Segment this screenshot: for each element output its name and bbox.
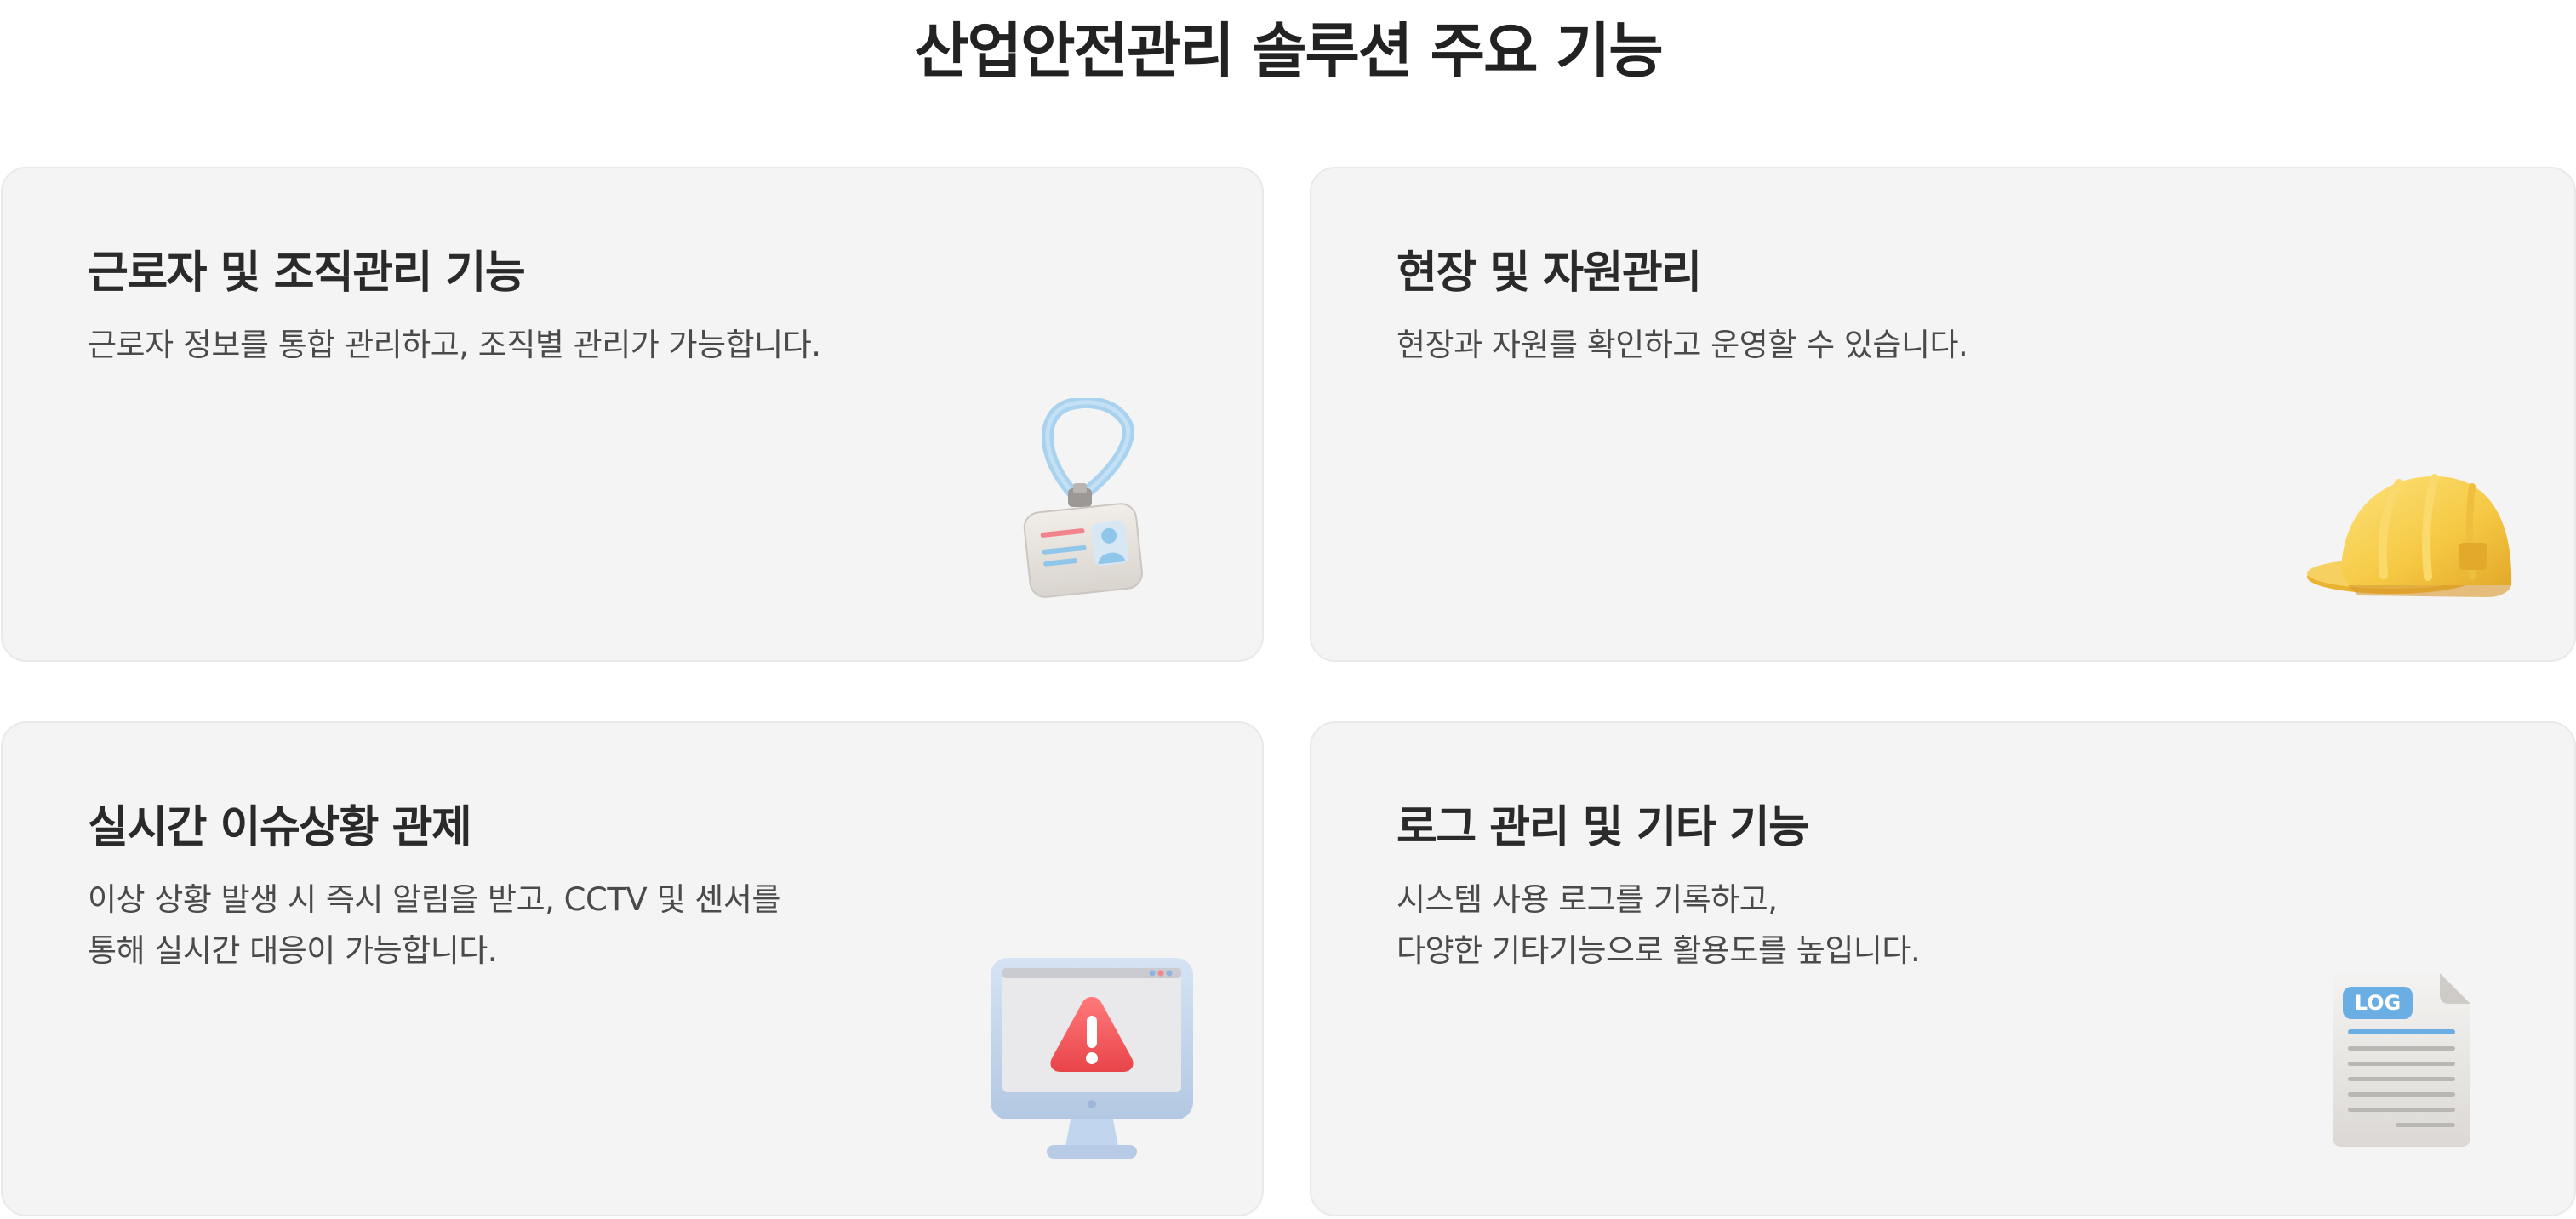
feature-card-description-line: 통해 실시간 대응이 가능합니다.: [88, 932, 498, 969]
feature-card-description-line: 근로자 정보를 통합 관리하고, 조직별 관리가 가능합니다.: [88, 327, 821, 363]
feature-card-description-line: 현장과 자원를 확인하고 운영할 수 있습니다.: [1397, 327, 1968, 363]
feature-card-site-resource: 현장 및 자원관리 현장과 자원를 확인하고 운영할 수 있습니다.: [1310, 167, 2576, 662]
features-section: 산업안전관리 솔루션 주요 기능 근로자 및 조직관리 기능 근로자 정보를 통…: [0, 0, 2576, 1219]
feature-card-log-management: 로그 관리 및 기타 기능 시스템 사용 로그를 기록하고, 다양한 기타기능으…: [1310, 721, 2576, 1216]
feature-card-worker-org: 근로자 및 조직관리 기능 근로자 정보를 통합 관리하고, 조직별 관리가 가…: [1, 167, 1264, 662]
feature-card-title: 실시간 이슈상황 관제: [88, 802, 472, 853]
feature-card-description: 이상 상황 발생 시 즉시 알림을 받고, CCTV 및 센서를 통해 실시간 …: [88, 874, 780, 977]
feature-card-title: 현장 및 자원관리: [1397, 248, 1702, 299]
log-label: LOG: [2355, 991, 2402, 1015]
id-badge-icon: [1007, 396, 1177, 611]
feature-card-description: 근로자 정보를 통합 관리하고, 조직별 관리가 가능합니다.: [88, 320, 821, 371]
feature-card-description-line: 시스템 사용 로그를 기록하고,: [1397, 881, 1778, 918]
feature-card-title: 로그 관리 및 기타 기능: [1397, 802, 1809, 853]
feature-card-description: 시스템 사용 로그를 기록하고, 다양한 기타기능으로 활용도를 높입니다.: [1397, 874, 1921, 977]
feature-card-description-line: 이상 상황 발생 시 즉시 알림을 받고, CCTV 및 센서를: [88, 881, 780, 918]
hard-hat-icon: [2299, 458, 2520, 607]
feature-card-title: 근로자 및 조직관리 기능: [88, 248, 526, 299]
feature-card-description-line: 다양한 기타기능으로 활용도를 높입니다.: [1397, 932, 1921, 969]
page-title: 산업안전관리 솔루션 주요 기능: [914, 16, 1663, 86]
feature-card-realtime-monitoring: 실시간 이슈상황 관제 이상 상황 발생 시 즉시 알림을 받고, CCTV 및…: [1, 721, 1264, 1216]
monitor-warning-icon: [985, 953, 1198, 1165]
feature-card-description: 현장과 자원를 확인하고 운영할 수 있습니다.: [1397, 320, 1968, 371]
log-file-icon: LOG: [2324, 970, 2477, 1153]
